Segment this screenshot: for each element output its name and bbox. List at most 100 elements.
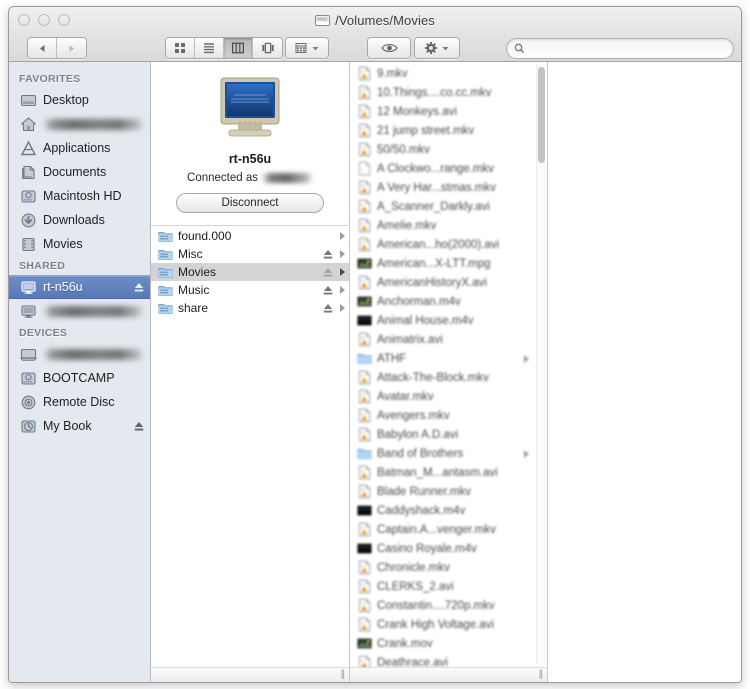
empty-preview-column: [548, 62, 741, 682]
sidebar-item-bootcamp[interactable]: BOOTCAMP: [9, 366, 150, 390]
sidebar-item-redacted[interactable]: [9, 342, 150, 366]
file-row[interactable]: 50/50.mkv: [350, 140, 547, 159]
file-row[interactable]: Avatar.mkv: [350, 387, 547, 406]
share-list[interactable]: found.000 Misc Movies Music share: [151, 225, 349, 317]
file-row[interactable]: Batman_M...antasm.avi: [350, 463, 547, 482]
file-row[interactable]: American...X-LTT.mpg: [350, 254, 547, 273]
file-row[interactable]: Captain.A...venger.mkv: [350, 520, 547, 539]
sidebar-item-macintosh-hd[interactable]: Macintosh HD: [9, 184, 150, 208]
file-row[interactable]: 9.mkv: [350, 64, 547, 83]
file-row[interactable]: A Clockwo...range.mkv: [350, 159, 547, 178]
file-row[interactable]: A_Scanner_Darkly.avi: [350, 197, 547, 216]
disclosure-chevron-icon[interactable]: [340, 232, 345, 240]
file-row[interactable]: Attack-The-Block.mkv: [350, 368, 547, 387]
eject-icon: [323, 303, 333, 312]
title-bar[interactable]: /Volumes/Movies: [9, 7, 741, 62]
icon-view-button[interactable]: [166, 38, 195, 58]
file-row[interactable]: American...ho(2000).avi: [350, 235, 547, 254]
sidebar-item-downloads[interactable]: Downloads: [9, 208, 150, 232]
file-row[interactable]: Anchorman.m4v: [350, 292, 547, 311]
back-button[interactable]: [28, 38, 57, 58]
quicklook-button[interactable]: [367, 37, 411, 59]
sidebar-item-desktop[interactable]: Desktop: [9, 88, 150, 112]
sidebar-item-remote-disc[interactable]: Remote Disc: [9, 390, 150, 414]
file-row[interactable]: AmericanHistoryX.avi: [350, 273, 547, 292]
sidebar-item-redacted[interactable]: [9, 112, 150, 136]
scrollbar-thumb[interactable]: [538, 67, 545, 163]
file-row[interactable]: Animatrix.avi: [350, 330, 547, 349]
disconnect-button[interactable]: Disconnect: [176, 193, 324, 213]
file-row[interactable]: Band of Brothers: [350, 444, 547, 463]
share-row[interactable]: Music: [151, 281, 349, 299]
file-name: A Very Har...stmas.mkv: [377, 181, 496, 194]
sidebar-item-movies[interactable]: Movies: [9, 232, 150, 256]
sidebar-item-my-book[interactable]: My Book: [9, 414, 150, 438]
file-row[interactable]: Animal House.m4v: [350, 311, 547, 330]
quicklook-inner[interactable]: [368, 38, 410, 58]
sidebar-item-rt-n56u[interactable]: rt-n56u: [9, 275, 150, 299]
disclosure-chevron-icon[interactable]: [524, 354, 529, 363]
file-row[interactable]: Avengers.mkv: [350, 406, 547, 425]
file-row[interactable]: A Very Har...stmas.mkv: [350, 178, 547, 197]
search-input[interactable]: [529, 42, 719, 54]
search-field[interactable]: [506, 37, 734, 59]
disclosure-chevron-icon[interactable]: [340, 286, 345, 294]
file-row[interactable]: Crank.mov: [350, 634, 547, 653]
harddisk-icon: [21, 189, 36, 203]
video-doc-icon: [359, 123, 371, 138]
vertical-scrollbar[interactable]: [536, 65, 545, 664]
action-button[interactable]: [414, 37, 460, 59]
file-row[interactable]: 12 Monkeys.avi: [350, 102, 547, 121]
share-row[interactable]: share: [151, 299, 349, 317]
file-row[interactable]: Amelie.mkv: [350, 216, 547, 235]
sidebar-item-redacted[interactable]: [9, 299, 150, 323]
file-row[interactable]: Casino Royale.m4v: [350, 539, 547, 558]
disclosure-chevron-icon[interactable]: [340, 268, 345, 276]
minimize-button[interactable]: [38, 14, 50, 26]
file-name: Casino Royale.m4v: [377, 542, 477, 555]
file-row[interactable]: 21 jump street.mkv: [350, 121, 547, 140]
forward-button[interactable]: [57, 38, 86, 58]
arrange-button[interactable]: [285, 37, 329, 59]
column-resize-handle[interactable]: ||: [151, 667, 349, 682]
share-row[interactable]: found.000: [151, 227, 349, 245]
coverflow-view-button[interactable]: [253, 38, 282, 58]
disclosure-chevron-icon[interactable]: [340, 250, 345, 258]
file-row[interactable]: Babylon A.D.avi: [350, 425, 547, 444]
file-row[interactable]: Caddyshack.m4v: [350, 501, 547, 520]
zoom-button[interactable]: [58, 14, 70, 26]
sidebar-item-label: BOOTCAMP: [43, 371, 115, 385]
list-view-button[interactable]: [195, 38, 224, 58]
sidebar-item-documents[interactable]: Documents: [9, 160, 150, 184]
server-column[interactable]: rt-n56u Connected as Disconnect found.00…: [151, 62, 350, 682]
file-name: Animatrix.avi: [377, 333, 443, 346]
video-doc-icon: [359, 199, 371, 214]
column-view-button[interactable]: [224, 38, 253, 58]
arrange-inner[interactable]: [286, 38, 328, 58]
column-resize-handle[interactable]: ||: [350, 667, 547, 682]
video-doc-icon: [359, 370, 371, 385]
file-row[interactable]: CLERKS_2.avi: [350, 577, 547, 596]
disclosure-chevron-icon[interactable]: [524, 449, 529, 458]
file-list[interactable]: 9.mkv 10.Things....co.cc.mkv 12 Monkeys.…: [350, 62, 547, 682]
disclosure-chevron-icon[interactable]: [340, 304, 345, 312]
sidebar-item-label: Movies: [43, 237, 83, 251]
file-row[interactable]: ATHF: [350, 349, 547, 368]
close-button[interactable]: [18, 14, 30, 26]
file-row[interactable]: 10.Things....co.cc.mkv: [350, 83, 547, 102]
file-name: ATHF: [377, 352, 407, 365]
action-inner[interactable]: [415, 38, 459, 58]
share-row[interactable]: Misc: [151, 245, 349, 263]
file-row[interactable]: Chronicle.mkv: [350, 558, 547, 577]
file-list-column[interactable]: 9.mkv 10.Things....co.cc.mkv 12 Monkeys.…: [350, 62, 548, 682]
sidebar[interactable]: FAVORITES Desktop Applications Documents…: [9, 62, 151, 682]
file-row[interactable]: Blade Runner.mkv: [350, 482, 547, 501]
file-row[interactable]: Constantin....720p.mkv: [350, 596, 547, 615]
sidebar-item-applications[interactable]: Applications: [9, 136, 150, 160]
traffic-lights: [18, 14, 70, 26]
share-row[interactable]: Movies: [151, 263, 349, 281]
file-row[interactable]: Crank High Voltage.avi: [350, 615, 547, 634]
shared-folder-icon: [158, 267, 173, 278]
connected-username-redacted: [260, 173, 313, 183]
thumbnail-dark-icon: [357, 505, 372, 516]
